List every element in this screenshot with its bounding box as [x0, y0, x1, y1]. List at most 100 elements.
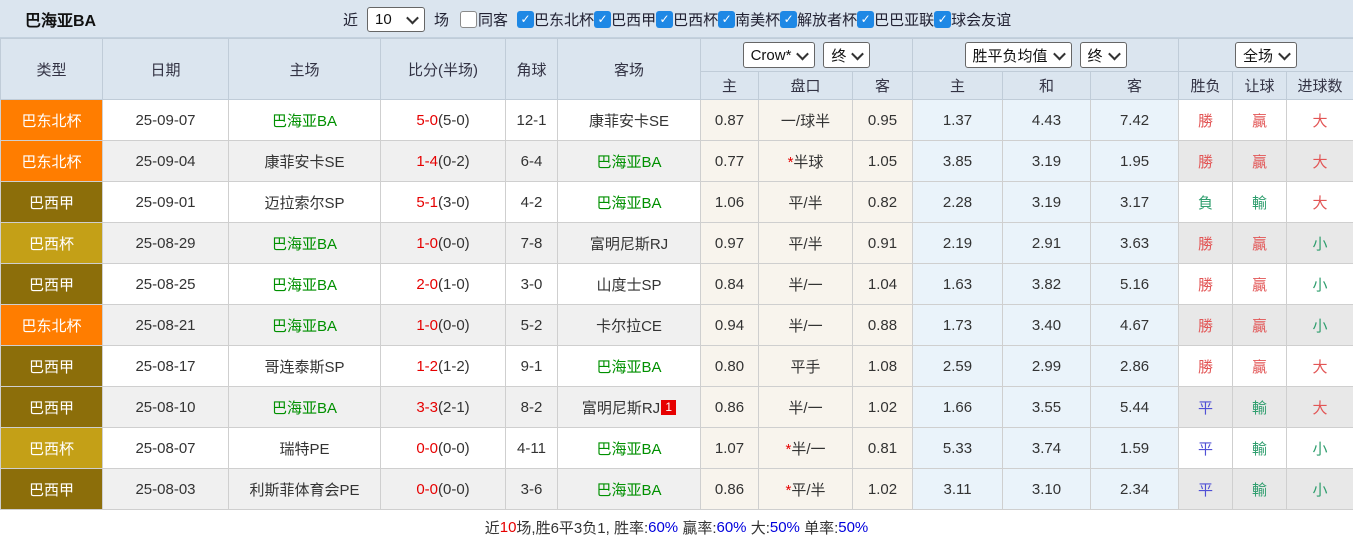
result-handicap-cell: 贏 [1233, 264, 1287, 305]
checkbox-checked-icon[interactable]: ✓ [594, 11, 611, 28]
checkbox-checked-icon[interactable]: ✓ [934, 11, 951, 28]
table-row: 巴东北杯 25-09-07 巴海亚BA 5-0(5-0) 12-1 康菲安卡SE… [1, 100, 1353, 141]
ah-home-odds-cell: 0.94 [701, 305, 759, 346]
league-filter-item[interactable]: ✓ 巴巴亚联 [857, 9, 934, 30]
chevron-down-icon [406, 11, 419, 24]
league-filter-label[interactable]: 南美杯 [735, 9, 780, 30]
eu-home-odds-cell: 3.11 [913, 469, 1003, 510]
ah-away-odds-cell: 1.02 [853, 469, 913, 510]
ah-line-text: 平/半 [791, 482, 825, 499]
eu-draw-odds-cell: 2.91 [1003, 223, 1091, 264]
away-team-name: 富明尼斯RJ [582, 400, 660, 417]
eu-away-odds-cell: 2.86 [1091, 346, 1179, 387]
result-wdl: 勝 [1198, 113, 1213, 130]
corners-cell: 4-2 [506, 182, 558, 223]
result-handicap-cell: 贏 [1233, 346, 1287, 387]
corners-cell: 3-6 [506, 469, 558, 510]
ah-line-cell: 半/一 [759, 264, 853, 305]
subheader-eu-home: 主 [913, 72, 1003, 100]
checkbox-checked-icon[interactable]: ✓ [517, 11, 534, 28]
result-handicap: 贏 [1252, 113, 1267, 130]
result-wdl: 勝 [1198, 154, 1213, 171]
home-team-cell: 巴海亚BA [229, 223, 381, 264]
league-filter-label[interactable]: 巴巴亚联 [874, 9, 934, 30]
checkbox-checked-icon[interactable]: ✓ [718, 11, 735, 28]
ah-line-text: 一/球半 [781, 113, 830, 130]
league-filter-item[interactable]: ✓ 巴西杯 [656, 9, 718, 30]
checkbox-checked-icon[interactable]: ✓ [857, 11, 874, 28]
corners-cell: 5-2 [506, 305, 558, 346]
home-team-cell: 哥连泰斯SP [229, 346, 381, 387]
scope-select[interactable]: 全场 [1235, 42, 1297, 68]
filter-controls: 近 10 场 同客 ✓ 巴东北杯 ✓ 巴西甲 ✓ 巴西杯 [342, 0, 1011, 38]
result-handicap: 輸 [1252, 441, 1267, 458]
handicap-time-value: 终 [831, 45, 846, 66]
ah-away-odds-cell: 1.04 [853, 264, 913, 305]
ah-home-odds-cell: 0.97 [701, 223, 759, 264]
date-cell: 25-08-25 [103, 264, 229, 305]
result-wdl: 勝 [1198, 359, 1213, 376]
league-filter-label[interactable]: 巴东北杯 [534, 9, 594, 30]
score-cell: 5-1(3-0) [381, 182, 506, 223]
eu-home-odds-cell: 2.28 [913, 182, 1003, 223]
league-filter-item[interactable]: ✓ 解放者杯 [780, 9, 857, 30]
handicap-time-select[interactable]: 终 [823, 42, 870, 68]
europe-odds-type-select[interactable]: 胜平负均值 [965, 42, 1072, 68]
subheader-eu-draw: 和 [1003, 72, 1091, 100]
result-goals: 大 [1313, 400, 1328, 417]
result-wdl: 勝 [1198, 277, 1213, 294]
ah-line-text: 平/半 [788, 236, 822, 253]
league-filter-item[interactable]: ✓ 巴东北杯 [517, 9, 594, 30]
halftime-score: (3-0) [438, 194, 470, 211]
table-row: 巴西甲 25-08-25 巴海亚BA 2-0(1-0) 3-0 山度士SP 0.… [1, 264, 1353, 305]
eu-away-odds-cell: 2.34 [1091, 469, 1179, 510]
result-goals-cell: 小 [1287, 428, 1353, 469]
same-opponent-label[interactable]: 同客 [478, 9, 508, 30]
fulltime-score: 1-2 [416, 358, 438, 375]
corners-cell: 8-2 [506, 387, 558, 428]
league-filter-label[interactable]: 解放者杯 [797, 9, 857, 30]
ah-line-cell: *平/半 [759, 469, 853, 510]
eu-home-odds-cell: 1.73 [913, 305, 1003, 346]
table-row: 巴西甲 25-08-17 哥连泰斯SP 1-2(1-2) 9-1 巴海亚BA 0… [1, 346, 1353, 387]
league-filter-item[interactable]: ✓ 巴西甲 [594, 9, 656, 30]
league-filter-label[interactable]: 巴西甲 [611, 9, 656, 30]
league-filter-label[interactable]: 巴西杯 [673, 9, 718, 30]
fulltime-score: 1-4 [416, 153, 438, 170]
league-filter-item[interactable]: ✓ 球会友谊 [934, 9, 1011, 30]
result-wdl-cell: 勝 [1179, 305, 1233, 346]
eu-draw-odds-cell: 3.10 [1003, 469, 1091, 510]
checkbox-checked-icon[interactable]: ✓ [656, 11, 673, 28]
corners-cell: 3-0 [506, 264, 558, 305]
ah-line-text: 半球 [793, 154, 823, 171]
chevron-down-icon [1278, 47, 1291, 60]
away-team-cell: 卡尔拉CE [558, 305, 701, 346]
col-header-corners: 角球 [506, 39, 558, 100]
match-count-select[interactable]: 10 [367, 7, 425, 32]
near-label: 近 [343, 9, 358, 30]
result-handicap-cell: 贏 [1233, 223, 1287, 264]
ah-away-odds-cell: 0.91 [853, 223, 913, 264]
result-handicap: 輸 [1252, 400, 1267, 417]
ah-home-odds-cell: 0.80 [701, 346, 759, 387]
date-cell: 25-08-03 [103, 469, 229, 510]
bookmaker-select[interactable]: Crow* [743, 42, 816, 68]
league-filter-item[interactable]: ✓ 南美杯 [718, 9, 780, 30]
date-cell: 25-09-07 [103, 100, 229, 141]
result-goals: 小 [1313, 441, 1328, 458]
halftime-score: (1-0) [438, 276, 470, 293]
ah-line-text: 半/一 [791, 441, 825, 458]
europe-time-select[interactable]: 终 [1080, 42, 1127, 68]
eu-home-odds-cell: 2.59 [913, 346, 1003, 387]
fulltime-score: 2-0 [416, 276, 438, 293]
same-opponent-checkbox[interactable] [460, 11, 477, 28]
subheader-ah-home: 主 [701, 72, 759, 100]
halftime-score: (0-0) [438, 440, 470, 457]
bookmaker-value: Crow* [751, 47, 792, 64]
checkbox-checked-icon[interactable]: ✓ [780, 11, 797, 28]
ah-home-odds-cell: 0.87 [701, 100, 759, 141]
ah-home-odds-cell: 0.86 [701, 387, 759, 428]
home-team-cell: 巴海亚BA [229, 264, 381, 305]
away-team-name: 巴海亚BA [596, 482, 661, 499]
league-filter-label[interactable]: 球会友谊 [951, 9, 1011, 30]
